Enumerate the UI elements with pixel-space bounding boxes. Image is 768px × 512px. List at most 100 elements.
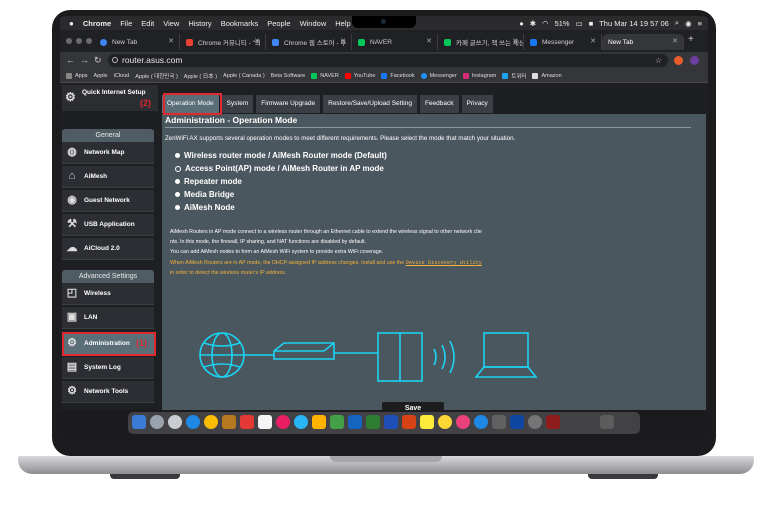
tab-system[interactable]: System [221, 95, 254, 113]
new-tab-icon[interactable]: + [688, 34, 694, 45]
input-source-icon[interactable]: ■ [589, 19, 594, 28]
battery-icon[interactable]: ▭ [576, 19, 583, 28]
radio-icon[interactable] [175, 179, 180, 184]
tab-new-tab-active[interactable]: New Tab ✕ [602, 34, 684, 50]
kakaotalk-icon[interactable] [420, 415, 434, 429]
tab-feedback[interactable]: Feedback [419, 95, 459, 113]
radio-icon[interactable] [175, 153, 180, 158]
close-tab-icon[interactable]: ✕ [590, 37, 596, 45]
word-icon[interactable] [384, 415, 398, 429]
bookmark-twitter[interactable]: 트위터 [502, 72, 526, 80]
sidebar-item-system-log[interactable]: ▤ System Log [62, 357, 154, 379]
bookmark-youtube[interactable]: YouTube [344, 73, 375, 79]
powerpoint-icon[interactable] [402, 415, 416, 429]
chrome-dock-icon[interactable] [204, 415, 218, 429]
forward-icon[interactable]: → [80, 55, 89, 65]
bookmark-apple[interactable]: Apple [94, 73, 108, 79]
tab-messenger[interactable]: Messenger ✕ [524, 34, 602, 50]
minimize-window-icon[interactable] [76, 38, 82, 44]
calendar-icon[interactable] [240, 415, 254, 429]
reminders-icon[interactable] [258, 415, 272, 429]
close-window-icon[interactable] [66, 38, 72, 44]
trash-icon[interactable] [600, 415, 614, 429]
mode-media-bridge[interactable]: Media Bridge [175, 190, 234, 199]
bookmark-apple-ca[interactable]: Apple ( Canada ) [223, 73, 265, 79]
mode-access-point[interactable]: Access Point(AP) mode / AiMesh Router in… [175, 164, 384, 173]
sidebar-item-aimesh[interactable]: ⌂ AiMesh [62, 166, 154, 188]
tab-privacy[interactable]: Privacy [461, 95, 493, 113]
tab-new-tab-1[interactable]: New Tab ✕ [94, 34, 180, 50]
tab-restore-save-upload[interactable]: Restore/Save/Upload Setting [323, 95, 417, 113]
close-tab-icon[interactable]: ✕ [672, 37, 678, 45]
tab-firmware-upgrade[interactable]: Firmware Upgrade [256, 95, 321, 113]
radio-icon[interactable] [175, 205, 180, 210]
terminal-icon[interactable] [546, 415, 560, 429]
radio-icon[interactable] [175, 192, 180, 197]
bookmark-messenger[interactable]: Messenger [420, 73, 457, 79]
apple-icon[interactable]: ● [69, 19, 74, 28]
menu-file[interactable]: File [120, 19, 132, 28]
music-icon[interactable] [456, 415, 470, 429]
talk-icon[interactable] [438, 415, 452, 429]
finder-icon[interactable] [132, 415, 146, 429]
tab-cafe[interactable]: 카페 글쓰기, 책 쓰는 세상 ✕ [438, 34, 524, 50]
mode-wireless-router[interactable]: Wireless router mode / AiMesh Router mod… [175, 151, 387, 160]
menu-edit[interactable]: Edit [141, 19, 154, 28]
bookmark-naver[interactable]: NAVER [311, 73, 339, 79]
address-bar[interactable]: router.asus.com ☆ [108, 54, 668, 67]
notes-app-icon[interactable] [222, 415, 236, 429]
bookmark-star-icon[interactable]: ☆ [655, 54, 662, 67]
menu-history[interactable]: History [188, 19, 211, 28]
messages-icon[interactable] [294, 415, 308, 429]
mode-repeater[interactable]: Repeater mode [175, 177, 242, 186]
compass-icon[interactable] [168, 415, 182, 429]
tab-naver[interactable]: NAVER ✕ [352, 34, 438, 50]
spotlight-icon[interactable]: ⌕ [675, 18, 679, 28]
system-preferences-icon[interactable] [528, 415, 542, 429]
keynote-icon[interactable] [348, 415, 362, 429]
numbers-icon[interactable] [330, 415, 344, 429]
bookmark-instagram[interactable]: Instagram [462, 73, 496, 79]
menu-help[interactable]: Help [335, 19, 350, 28]
menu-view[interactable]: View [163, 19, 179, 28]
close-tab-icon[interactable]: ✕ [254, 37, 260, 45]
sidebar-item-wireless[interactable]: ◰ Wireless [62, 283, 154, 305]
bookmark-apple-jp[interactable]: Apple ( 日本 ) [184, 72, 217, 80]
close-tab-icon[interactable]: ✕ [168, 37, 174, 45]
back-icon[interactable]: ← [66, 55, 75, 65]
safari-icon[interactable] [186, 415, 200, 429]
tab-chrome-community[interactable]: Chrome 커뮤니티 - "최 ✕ [180, 34, 266, 50]
device-discovery-link[interactable]: Device Discovery Utility [406, 260, 482, 266]
sidebar-item-network-map[interactable]: ◍ Network Map [62, 142, 154, 164]
menu-people[interactable]: People [267, 19, 290, 28]
reload-icon[interactable]: ↻ [94, 55, 102, 66]
pycharm-icon[interactable] [510, 415, 524, 429]
bookmark-apple-kr[interactable]: Apple ( 대한민국 ) [135, 72, 178, 80]
menu-bookmarks[interactable]: Bookmarks [221, 19, 259, 28]
mode-aimesh-node[interactable]: AiMesh Node [175, 203, 235, 212]
sidebar-item-aicloud[interactable]: ☁ AiCloud 2.0 [62, 238, 154, 260]
menu-window[interactable]: Window [300, 19, 327, 28]
xcode-icon[interactable] [492, 415, 506, 429]
sidebar-item-usb-application[interactable]: ⚒ USB Application [62, 214, 154, 236]
zoom-window-icon[interactable] [86, 38, 92, 44]
sidebar-item-network-tools[interactable]: ⚙ Network Tools [62, 381, 154, 403]
close-tab-icon[interactable]: ✕ [426, 37, 432, 45]
profile-icon[interactable] [690, 56, 699, 65]
bluetooth-icon[interactable]: ✱ [530, 19, 536, 28]
menu-app[interactable]: Chrome [83, 19, 111, 28]
bookmark-icloud[interactable]: iCloud [114, 73, 130, 79]
sidebar-item-lan[interactable]: ▣ LAN [62, 307, 154, 329]
wifi-status-icon[interactable]: ◠ [542, 19, 549, 28]
tab-chrome-webstore[interactable]: Chrome 웹 스토어 - 투 ✕ [266, 34, 352, 50]
clock[interactable]: Thu Mar 14 19 57 06 [599, 19, 669, 28]
radio-selected-icon[interactable] [175, 165, 181, 172]
bookmark-apps[interactable]: Apps [66, 73, 88, 79]
site-info-icon[interactable] [112, 57, 118, 63]
siri-icon[interactable]: ◉ [685, 19, 692, 28]
extension-icon[interactable] [674, 56, 683, 65]
excel-icon[interactable] [366, 415, 380, 429]
close-tab-icon[interactable]: ✕ [340, 37, 346, 45]
control-center-icon[interactable]: ≡ [698, 19, 702, 28]
sidebar-item-guest-network[interactable]: ◉ Guest Network [62, 190, 154, 212]
